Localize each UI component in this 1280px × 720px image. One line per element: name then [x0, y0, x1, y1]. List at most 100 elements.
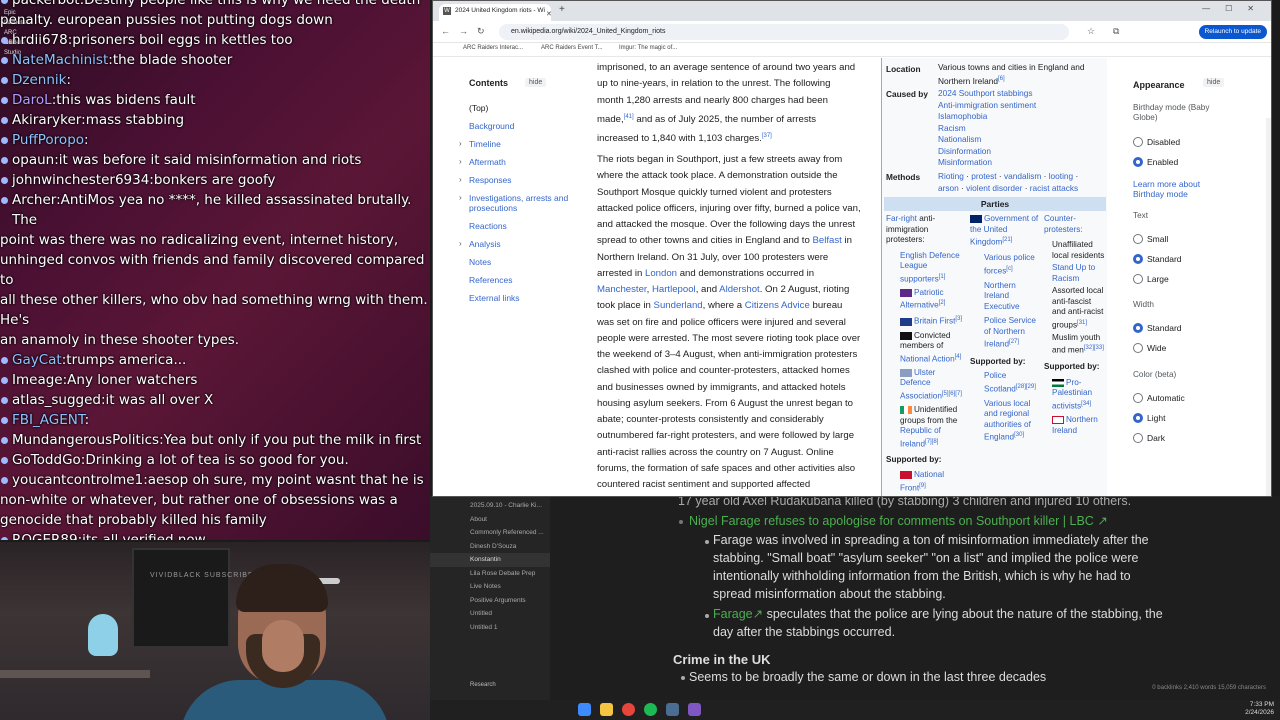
spotify-icon[interactable] [644, 703, 657, 716]
chevron-right-icon[interactable]: › [459, 193, 462, 203]
windows-start-icon[interactable] [578, 703, 591, 716]
ref[interactable]: [4] [955, 354, 962, 360]
stand-up-to-racism-link[interactable]: Stand Up to Racism [1052, 263, 1106, 284]
citizens-advice-link[interactable]: Citizens Advice [745, 300, 810, 311]
sunderland-link[interactable]: Sunderland [654, 300, 703, 311]
ref[interactable]: [5][6][7] [942, 391, 962, 397]
chat-username[interactable]: johnwinchester6934 [12, 172, 149, 188]
method-link[interactable]: looting [1049, 171, 1073, 181]
cause-link[interactable]: 2024 Southport stabbings [938, 88, 1104, 100]
toc-investigations[interactable]: › Investigations, arrests and prosecutions [459, 193, 568, 213]
birthday-learn-more-link[interactable]: Learn more about Birthday mode [1133, 179, 1213, 199]
notes-file-item[interactable]: About [430, 513, 550, 527]
toc-background[interactable]: Background [469, 121, 514, 131]
file-explorer-icon[interactable] [600, 703, 613, 716]
ref[interactable]: [2] [939, 300, 946, 306]
notes-file-item[interactable]: Lila Rose Debate Prep [430, 567, 550, 581]
bookmark-1[interactable]: ARC Raiders Event T... [541, 45, 603, 51]
far-right-link[interactable]: Far-right [886, 214, 917, 223]
radio-color-automatic[interactable] [1133, 393, 1143, 403]
chat-username[interactable]: ROGER89 [12, 532, 78, 540]
toc-aftermath[interactable]: › Aftermath [459, 157, 506, 167]
chat-username[interactable]: opaun [12, 152, 54, 168]
chevron-right-icon[interactable]: › [459, 157, 462, 167]
page-scrollbar[interactable] [1266, 118, 1271, 496]
cause-link[interactable]: Nationalism [938, 134, 1104, 146]
radio-width-wide[interactable] [1133, 343, 1143, 353]
chevron-right-icon[interactable]: › [459, 175, 462, 185]
close-tab-icon[interactable]: ✕ [546, 8, 551, 21]
steam-icon[interactable] [666, 703, 679, 716]
note-link-lbc[interactable]: Nigel Farage refuses to apologise for co… [689, 512, 1108, 530]
belfast-link[interactable]: Belfast [812, 235, 841, 246]
ref[interactable]: [32][33] [1084, 345, 1104, 351]
cause-link[interactable]: Anti-immigration sentiment [938, 100, 1104, 112]
notes-file-item[interactable]: Konstantin [430, 553, 550, 567]
method-link[interactable]: protest [971, 171, 996, 181]
chat-username[interactable]: Akiraryker [12, 112, 81, 128]
britain-first-link[interactable]: Britain First [914, 317, 955, 326]
notes-file-item[interactable]: Untitled [430, 607, 550, 621]
national-action-link[interactable]: National Action [900, 354, 955, 363]
chat-username[interactable]: GoToddGo [12, 452, 81, 468]
chrome-icon[interactable] [622, 703, 635, 716]
hartlepool-link[interactable]: Hartlepool [652, 284, 696, 295]
aldershot-link[interactable]: Aldershot [719, 284, 760, 295]
toc-notes[interactable]: Notes [469, 257, 491, 267]
bookmark-2[interactable]: Imgur: The magic of... [619, 45, 677, 51]
research-label[interactable]: Research [470, 682, 496, 688]
method-link[interactable]: violent disorder [966, 183, 1022, 193]
chat-username[interactable]: DaroL [12, 92, 52, 108]
radio-text-small[interactable] [1133, 234, 1143, 244]
manchester-link[interactable]: Manchester [597, 284, 647, 295]
bookmark-star-icon[interactable]: ☆ [1087, 26, 1095, 37]
ref[interactable]: [30] [1014, 432, 1024, 438]
ref[interactable]: [34] [1081, 401, 1091, 407]
chat-username[interactable]: PuffPoropo [12, 132, 84, 148]
notes-file-item[interactable]: Commonly Referenced ... [430, 526, 550, 540]
radio-birthday-disabled[interactable] [1133, 137, 1143, 147]
toc-hide-button[interactable]: hide [525, 78, 547, 87]
chat-username[interactable]: packerbot [12, 0, 80, 8]
system-clock[interactable]: 7:33 PM 2/24/2026 [1245, 701, 1274, 717]
obsidian-icon[interactable] [688, 703, 701, 716]
cause-link[interactable]: Misinformation [938, 157, 1104, 169]
police-scotland-link[interactable]: Police Scotland [984, 371, 1016, 393]
ref-41[interactable]: [41] [624, 114, 634, 120]
appearance-hide-button[interactable]: hide [1203, 78, 1225, 87]
chat-username[interactable]: Imeage [12, 372, 63, 388]
ref[interactable]: [1] [939, 274, 946, 280]
ref[interactable]: [c] [1006, 266, 1012, 272]
bookmark-0[interactable]: ARC Raiders Interac... [463, 45, 523, 51]
new-tab-icon[interactable]: + [559, 4, 565, 15]
ni-executive-link[interactable]: Northern Ireland Executive [984, 281, 1042, 313]
ref[interactable]: [27] [1009, 339, 1019, 345]
ref[interactable]: [21] [1002, 237, 1012, 243]
london-link[interactable]: London [645, 268, 677, 279]
chat-username[interactable]: Dzennik [12, 72, 66, 88]
chat-username[interactable]: MundangerousPolitics [12, 432, 159, 448]
toc-external-links[interactable]: External links [469, 293, 520, 303]
cause-link[interactable]: Racism [938, 123, 1104, 135]
method-link[interactable]: vandalism [1004, 171, 1041, 181]
edl-supporters[interactable]: supporters [900, 274, 939, 283]
cause-link[interactable]: Disinformation [938, 146, 1104, 158]
toc-analysis[interactable]: › Analysis [459, 239, 501, 249]
radio-color-dark[interactable] [1133, 433, 1143, 443]
toc-responses[interactable]: › Responses [459, 175, 512, 185]
ref[interactable]: [28][29] [1016, 384, 1036, 390]
ref[interactable]: [7][8] [925, 439, 938, 445]
chat-username[interactable]: NateMachinist [12, 52, 108, 68]
chevron-right-icon[interactable]: › [459, 139, 462, 149]
notes-file-item[interactable]: Untitled 1 [430, 621, 550, 635]
ref-37[interactable]: [37] [762, 133, 772, 139]
radio-text-large[interactable] [1133, 274, 1143, 284]
tab-wikipedia[interactable]: W 2024 United Kingdom riots - Wi ✕ [439, 4, 551, 21]
method-link[interactable]: racist attacks [1030, 183, 1078, 193]
radio-color-light[interactable] [1133, 413, 1143, 423]
chat-username[interactable]: Archer [12, 192, 56, 208]
back-icon[interactable]: ← [441, 26, 450, 36]
chat-username[interactable]: hrdii678 [12, 32, 68, 48]
ref[interactable]: [9] [919, 483, 926, 489]
location-ref[interactable]: [6] [998, 76, 1005, 82]
